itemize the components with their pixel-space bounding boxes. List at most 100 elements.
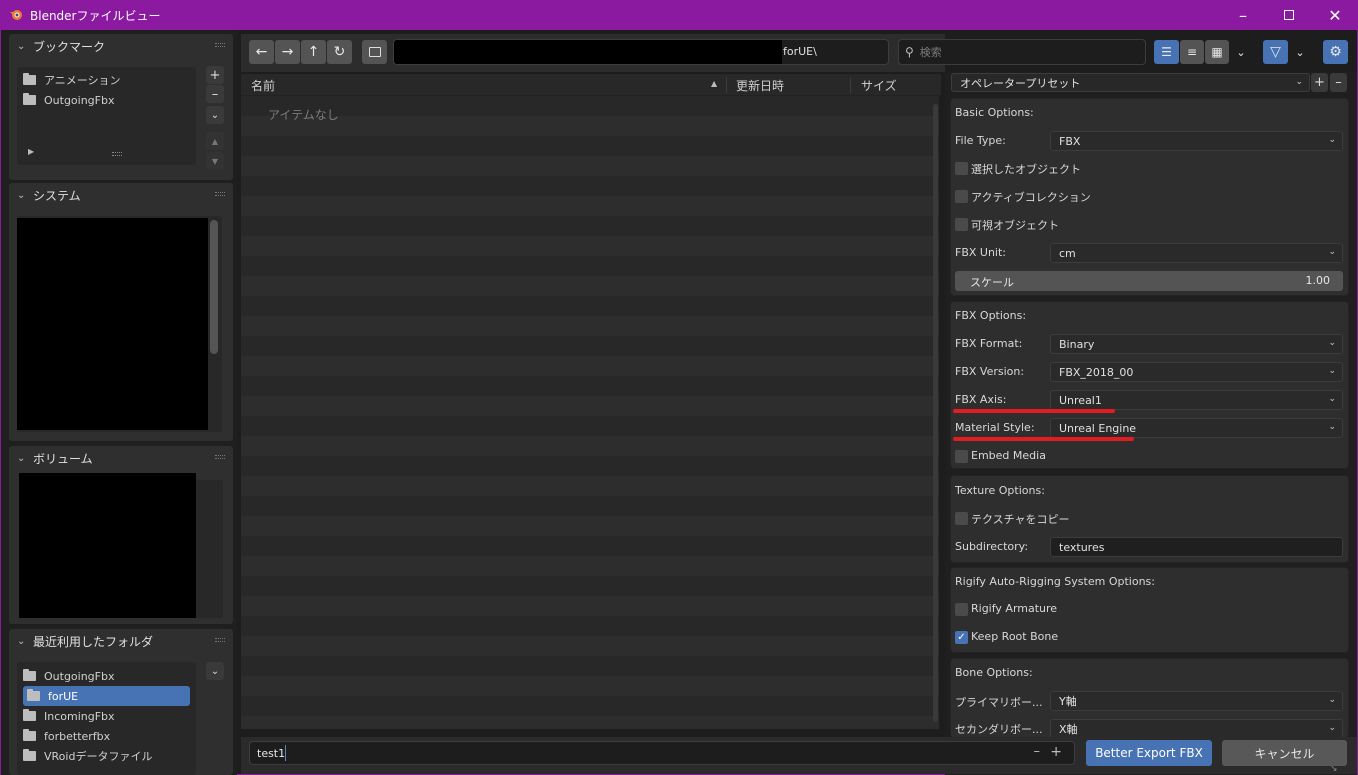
parent-dir-icon: ↑ <box>307 44 320 60</box>
bookmark-menu-button[interactable]: ⌄ <box>206 106 224 124</box>
path-field[interactable]: forUE\ <box>393 39 889 65</box>
move-up-button[interactable]: ▲ <box>206 132 224 150</box>
close-button[interactable]: ✕ <box>1312 0 1358 30</box>
display-menu-button[interactable]: ⌄ <box>1230 40 1252 64</box>
system-title: システム <box>33 188 81 203</box>
grip-icon[interactable] <box>215 455 225 459</box>
rigify-armature-checkbox[interactable] <box>955 603 968 616</box>
horizontal-list-button[interactable]: ≡ <box>1180 40 1204 64</box>
parent-dir-button[interactable]: ↑ <box>301 40 326 64</box>
visible-objects-checkbox[interactable] <box>955 218 968 231</box>
primary-bone-axis-dropdown[interactable]: Y軸 ⌄ <box>1050 691 1343 711</box>
active-collection-label[interactable]: アクティブコレクション <box>971 189 1091 205</box>
file-type-label: File Type: <box>955 134 1006 147</box>
fbx-axis-dropdown[interactable]: Unreal1 ⌄ <box>1050 390 1343 410</box>
chevron-down-icon: ⌄ <box>1328 338 1336 348</box>
filename-input[interactable]: test1 – + <box>249 741 1075 765</box>
filter-button[interactable]: ▽ <box>1263 40 1288 64</box>
selected-objects-label[interactable]: 選択したオブジェクト <box>971 161 1081 177</box>
thumbnails-button[interactable]: ▦ <box>1205 40 1229 64</box>
fbx-version-dropdown[interactable]: FBX_2018_00 ⌄ <box>1050 362 1343 382</box>
refresh-button[interactable]: ↻ <box>327 40 352 64</box>
recent-header[interactable]: ⌄ 最近利用したフォルダ <box>9 629 233 653</box>
operator-preset-dropdown[interactable]: オペレータープリセット ⌄ <box>951 73 1310 92</box>
selected-objects-checkbox[interactable] <box>955 162 968 175</box>
system-panel: ⌄ システム <box>9 183 233 441</box>
copy-textures-label[interactable]: テクスチャをコピー <box>971 511 1070 527</box>
visible-objects-label[interactable]: 可視オブジェクト <box>971 217 1059 233</box>
keep-root-bone-checkbox[interactable]: ✓ <box>955 631 968 644</box>
grip-icon[interactable] <box>215 43 225 47</box>
back-icon: ← <box>255 44 268 60</box>
embed-media-label[interactable]: Embed Media <box>971 449 1046 462</box>
resize-corner-icon[interactable]: ↘ <box>1330 764 1338 774</box>
recent-item[interactable]: IncomingFbx <box>17 706 196 726</box>
secondary-bone-axis-label: セカンダリボー... <box>955 723 1043 736</box>
subdirectory-input[interactable]: textures <box>1050 537 1343 557</box>
file-type-dropdown[interactable]: FBX ⌄ <box>1050 131 1343 151</box>
embed-media-checkbox[interactable] <box>955 450 968 463</box>
increment-icon[interactable]: + <box>1050 744 1062 760</box>
add-bookmark-button[interactable]: + <box>206 66 224 84</box>
column-divider[interactable] <box>850 77 851 93</box>
new-folder-icon <box>368 47 381 57</box>
expand-triangle-icon[interactable]: ▶ <box>28 147 34 156</box>
decrement-icon[interactable]: – <box>1034 744 1041 759</box>
column-modified[interactable]: 更新日時 <box>736 77 784 94</box>
column-divider[interactable] <box>726 77 727 93</box>
remove-preset-button[interactable]: – <box>1330 73 1347 92</box>
system-header[interactable]: ⌄ システム <box>9 183 233 207</box>
add-preset-button[interactable]: + <box>1311 73 1328 92</box>
scale-slider[interactable]: スケール 1.00 <box>955 271 1343 291</box>
volumes-header[interactable]: ⌄ ボリューム <box>9 446 233 470</box>
recent-item-selected[interactable]: forUE <box>23 686 190 706</box>
keep-root-bone-label[interactable]: Keep Root Bone <box>971 630 1058 643</box>
minimize-button[interactable]: – <box>1220 0 1266 30</box>
search-input[interactable]: ⚲ 検索 <box>898 39 1146 65</box>
fbx-unit-dropdown[interactable]: cm ⌄ <box>1050 243 1343 263</box>
path-text: forUE\ <box>783 45 817 58</box>
recent-menu-button[interactable]: ⌄ <box>206 662 224 680</box>
rigify-armature-label[interactable]: Rigify Armature <box>971 602 1057 615</box>
resize-grip-icon[interactable] <box>112 152 122 156</box>
volumes-title: ボリューム <box>33 451 93 466</box>
back-button[interactable]: ← <box>249 40 274 64</box>
export-button[interactable]: Better Export FBX <box>1086 740 1212 766</box>
recent-item[interactable]: forbetterfbx <box>17 726 196 746</box>
bookmark-item[interactable]: アニメーション <box>17 70 196 90</box>
file-list[interactable] <box>241 96 939 729</box>
file-list-scrollbar[interactable] <box>933 104 938 722</box>
recent-item[interactable]: VRoidデータファイル <box>17 746 196 766</box>
remove-bookmark-button[interactable]: – <box>206 85 224 103</box>
material-style-label: Material Style: <box>955 421 1035 434</box>
secondary-bone-axis-dropdown[interactable]: X軸 ⌄ <box>1050 719 1343 737</box>
search-placeholder: 検索 <box>919 46 942 59</box>
material-style-dropdown[interactable]: Unreal Engine ⌄ <box>1050 418 1343 438</box>
grip-icon[interactable] <box>215 192 225 196</box>
fbx-format-dropdown[interactable]: Binary ⌄ <box>1050 334 1343 354</box>
copy-textures-checkbox[interactable] <box>955 512 968 525</box>
vertical-list-button[interactable]: ☰ <box>1154 40 1179 64</box>
grip-icon[interactable] <box>215 638 225 642</box>
active-collection-checkbox[interactable] <box>955 190 968 203</box>
cancel-button[interactable]: キャンセル <box>1222 740 1347 766</box>
move-down-button[interactable]: ▼ <box>206 152 224 170</box>
scrollbar[interactable] <box>210 220 218 354</box>
recent-item[interactable]: OutgoingFbx <box>17 666 196 686</box>
filter-menu-button[interactable]: ⌄ <box>1289 40 1311 64</box>
bookmarks-header[interactable]: ⌄ ブックマーク <box>9 34 233 58</box>
column-size[interactable]: サイズ <box>861 77 897 94</box>
recent-panel: ⌄ 最近利用したフォルダ OutgoingFbx forUE IncomingFb… <box>9 629 233 775</box>
folder-icon <box>27 689 40 701</box>
recent-title: 最近利用したフォルダ <box>33 634 154 649</box>
maximize-button[interactable] <box>1266 0 1312 30</box>
forward-icon: → <box>281 44 294 60</box>
horizontal-list-icon: ≡ <box>1186 45 1198 59</box>
bookmark-item[interactable]: OutgoingFbx <box>17 90 196 110</box>
primary-bone-axis-label: プライマリボー... <box>955 696 1043 709</box>
fbx-format-label: FBX Format: <box>955 337 1023 350</box>
new-folder-button[interactable] <box>362 40 387 64</box>
settings-button[interactable]: ⚙ <box>1323 40 1348 64</box>
forward-button[interactable]: → <box>275 40 300 64</box>
column-name[interactable]: 名前 <box>251 77 275 94</box>
